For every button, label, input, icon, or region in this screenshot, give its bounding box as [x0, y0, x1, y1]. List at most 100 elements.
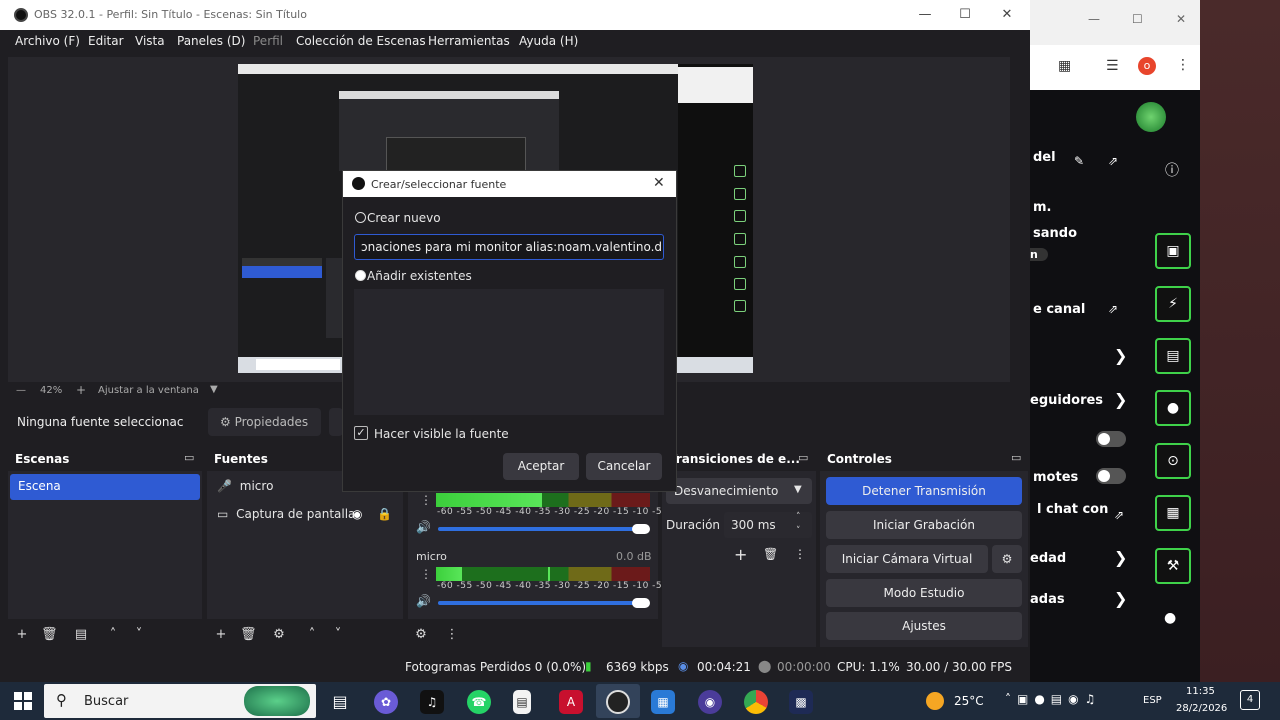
extensions-icon[interactable]: ▦	[1058, 58, 1071, 74]
terminal-icon[interactable]: ▩	[789, 690, 813, 714]
zoom-in-icon[interactable]: +	[76, 383, 86, 397]
maximize-icon[interactable]: ☐	[1132, 12, 1143, 26]
media-icon[interactable]: ☰	[1106, 58, 1119, 74]
obs-taskbar-icon[interactable]	[606, 690, 630, 714]
clock-date[interactable]: 28/2/2026	[1176, 703, 1227, 714]
existing-sources-list[interactable]	[354, 289, 664, 415]
popout-icon[interactable]: ⇗	[1114, 508, 1124, 522]
popout-icon[interactable]: ⇗	[1108, 302, 1118, 316]
chat-icon[interactable]: ●	[1155, 390, 1191, 426]
menu-paneles[interactable]: Paneles (D)	[177, 34, 245, 48]
trash-icon[interactable]: 🗑	[41, 627, 58, 642]
start-recording-button[interactable]: Iniciar Grabación	[826, 511, 1022, 539]
gear-icon[interactable]: ⚙	[271, 627, 287, 642]
adobe-icon[interactable]: A	[559, 690, 583, 714]
fit-window-label[interactable]: Ajustar a la ventana	[98, 385, 199, 396]
undock-icon[interactable]: ▭	[184, 451, 194, 464]
eye-icon[interactable]: ◉	[352, 507, 362, 521]
move-up-icon[interactable]: ˄	[105, 627, 121, 642]
clip-icon[interactable]: ▣	[1155, 233, 1191, 269]
users-icon[interactable]: ●	[1164, 610, 1176, 626]
volume-slider[interactable]	[438, 527, 642, 531]
transition-select[interactable]: Desvanecimiento ▼	[666, 478, 812, 504]
zoom-out-icon[interactable]: —	[16, 385, 26, 396]
more-icon[interactable]: ⋮	[1176, 57, 1190, 73]
filters-button[interactable]	[329, 408, 343, 436]
menu-archivo[interactable]: Archivo (F)	[15, 34, 80, 48]
task-view-icon[interactable]: ▤	[328, 690, 352, 714]
chevron-right-icon[interactable]: ❯	[1114, 548, 1127, 567]
gear-icon[interactable]: ⚙	[992, 545, 1022, 573]
add-scene-icon[interactable]: +	[14, 627, 30, 642]
language[interactable]: ESP	[1143, 695, 1162, 706]
chevron-down-icon[interactable]: ▼	[210, 384, 218, 395]
menu-perfil[interactable]: Perfil	[253, 34, 283, 48]
move-up-icon[interactable]: ˄	[304, 627, 320, 642]
menu-herramientas[interactable]: Herramientas	[428, 34, 510, 48]
minimize-icon[interactable]: —	[914, 5, 936, 25]
chevron-right-icon[interactable]: ❯	[1114, 346, 1127, 365]
layout-icon[interactable]: ▦	[1155, 495, 1191, 531]
trash-icon[interactable]: 🗑	[763, 547, 778, 561]
more-icon[interactable]: ⋮	[794, 547, 806, 561]
toggle-switch[interactable]	[1096, 468, 1126, 484]
speaker-icon[interactable]: 🔊	[416, 520, 431, 534]
taskbar-search[interactable]: ⚲ Buscar	[44, 684, 316, 718]
source-item[interactable]: ▭ Captura de pantalla	[217, 507, 397, 525]
tray-icons[interactable]: ˄▣●▤◉♫	[1005, 692, 1101, 706]
channel-menu-icon[interactable]: ⋮	[420, 567, 432, 581]
source-name-input[interactable]: ɔnaciones para mi monitor alias:noam.val…	[354, 234, 664, 260]
toggle-switch[interactable]	[1096, 431, 1126, 447]
virtual-camera-button[interactable]: Iniciar Cámara Virtual	[826, 545, 988, 573]
popout-icon[interactable]: ⇗	[1108, 154, 1118, 168]
trash-icon[interactable]: 🗑	[240, 627, 257, 642]
chevron-right-icon[interactable]: ❯	[1114, 390, 1127, 409]
move-down-icon[interactable]: ˅	[131, 627, 147, 642]
menu-coleccion[interactable]: Colección de Escenas	[296, 34, 426, 48]
gear-icon[interactable]: ⚙	[413, 627, 429, 642]
broadcast-icon[interactable]: ⊙	[1155, 443, 1191, 479]
properties-button[interactable]: ⚙ Propiedades	[208, 408, 321, 436]
menu-ayuda[interactable]: Ayuda (H)	[519, 34, 578, 48]
move-down-icon[interactable]: ˅	[330, 627, 346, 642]
stop-stream-button[interactable]: Detener Transmisión	[826, 477, 1022, 505]
maximize-icon[interactable]: ☐	[954, 5, 976, 25]
volume-slider[interactable]	[438, 601, 642, 605]
lock-icon[interactable]: 🔒	[377, 507, 392, 521]
wrench-icon[interactable]: ⚒	[1155, 548, 1191, 584]
ok-button[interactable]: Aceptar	[503, 453, 579, 480]
menu-editar[interactable]: Editar	[88, 34, 124, 48]
filter-icon[interactable]: ▤	[73, 627, 89, 642]
close-icon[interactable]: ✕	[996, 5, 1018, 25]
add-existing-radio[interactable]	[355, 270, 366, 281]
settings-button[interactable]: Ajustes	[826, 612, 1022, 640]
add-source-icon[interactable]: +	[213, 627, 229, 642]
studio-mode-button[interactable]: Modo Estudio	[826, 579, 1022, 607]
notification-icon[interactable]: 4	[1240, 690, 1260, 710]
volume-slider-handle[interactable]	[632, 524, 650, 534]
channel-menu-icon[interactable]: ⋮	[420, 493, 432, 507]
cancel-button[interactable]: Cancelar	[586, 453, 662, 480]
minimize-icon[interactable]: —	[1088, 12, 1100, 26]
close-icon[interactable]: ✕	[653, 175, 665, 191]
speaker-icon[interactable]: 🔊	[416, 594, 431, 608]
file-icon[interactable]: ▤	[513, 690, 531, 714]
channel-avatar[interactable]	[1136, 102, 1166, 132]
app-icon[interactable]: ◉	[698, 690, 722, 714]
windows-start-icon[interactable]	[14, 692, 32, 710]
add-transition-icon[interactable]: +	[734, 545, 747, 564]
scene-item[interactable]: Escena	[10, 474, 200, 500]
store-icon[interactable]: ▦	[651, 690, 675, 714]
visible-checkbox[interactable]: ✓	[354, 426, 368, 440]
menu-vista[interactable]: Vista	[135, 34, 165, 48]
whatsapp-icon[interactable]: ☎	[467, 690, 491, 714]
undock-icon[interactable]: ▭	[1011, 451, 1021, 464]
create-new-radio[interactable]	[355, 212, 366, 223]
volume-slider-handle[interactable]	[632, 598, 650, 608]
weather-icon[interactable]	[926, 692, 944, 710]
more-icon[interactable]: ⋮	[444, 627, 460, 642]
tiktok-icon[interactable]: ♫	[420, 690, 444, 714]
clock-time[interactable]: 11:35	[1186, 686, 1215, 697]
edit-icon[interactable]: ✎	[1074, 154, 1084, 168]
lightning-icon[interactable]: ⚡	[1155, 286, 1191, 322]
